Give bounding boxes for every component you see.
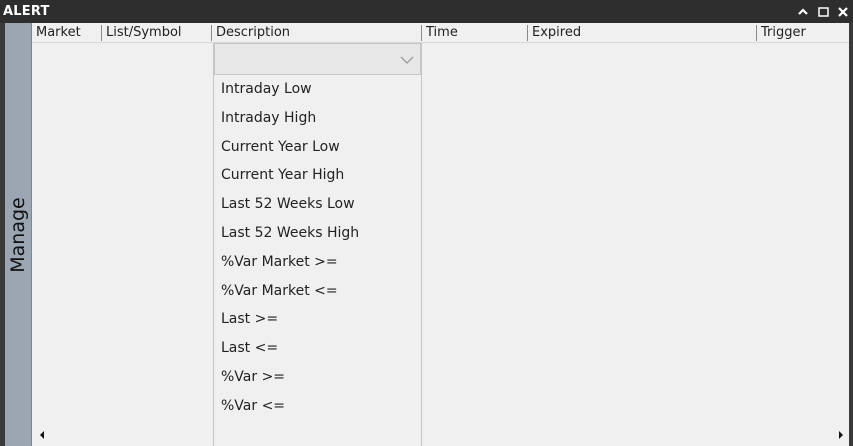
option-var-gte[interactable]: %Var >= <box>214 363 421 392</box>
description-options-list: Intraday Low Intraday High Current Year … <box>214 75 421 421</box>
column-header-trigger[interactable]: Trigger <box>757 23 806 43</box>
alert-grid: Market List/Symbol Description Time Expi… <box>32 23 849 446</box>
close-icon <box>838 6 848 17</box>
option-last-lte[interactable]: Last <= <box>214 334 421 363</box>
description-filter-select[interactable] <box>214 43 421 75</box>
option-current-year-high[interactable]: Current Year High <box>214 161 421 190</box>
option-intraday-high[interactable]: Intraday High <box>214 104 421 133</box>
chevron-up-icon <box>798 7 808 16</box>
title-bar: ALERT <box>0 0 853 23</box>
description-filter-column: Intraday Low Intraday High Current Year … <box>213 43 422 446</box>
chevron-down-icon <box>400 54 414 69</box>
option-var-market-gte[interactable]: %Var Market >= <box>214 248 421 277</box>
square-icon <box>817 6 829 17</box>
window-frame-right <box>849 23 853 446</box>
option-last-gte[interactable]: Last >= <box>214 305 421 334</box>
maximize-button[interactable] <box>813 0 833 23</box>
option-current-year-low[interactable]: Current Year Low <box>214 133 421 162</box>
horizontal-scrollbar[interactable] <box>32 424 849 446</box>
triangle-left-icon[interactable] <box>38 429 46 444</box>
manage-tab[interactable]: Manage <box>5 23 32 446</box>
manage-tab-label: Manage <box>7 196 29 273</box>
column-header-market[interactable]: Market <box>32 23 81 43</box>
option-var-lte[interactable]: %Var <= <box>214 392 421 421</box>
column-header-row: Market List/Symbol Description Time Expi… <box>32 23 849 43</box>
window-title: ALERT <box>3 4 50 19</box>
option-last-52-weeks-low[interactable]: Last 52 Weeks Low <box>214 190 421 219</box>
option-intraday-low[interactable]: Intraday Low <box>214 75 421 104</box>
triangle-right-icon[interactable] <box>837 429 845 444</box>
column-header-description[interactable]: Description <box>212 23 290 43</box>
column-header-time[interactable]: Time <box>422 23 458 43</box>
window-controls <box>793 0 853 23</box>
column-header-list-symbol[interactable]: List/Symbol <box>102 23 182 43</box>
close-button[interactable] <box>833 0 853 23</box>
column-header-expired[interactable]: Expired <box>528 23 581 43</box>
option-var-market-lte[interactable]: %Var Market <= <box>214 277 421 306</box>
minimize-button[interactable] <box>793 0 813 23</box>
option-last-52-weeks-high[interactable]: Last 52 Weeks High <box>214 219 421 248</box>
